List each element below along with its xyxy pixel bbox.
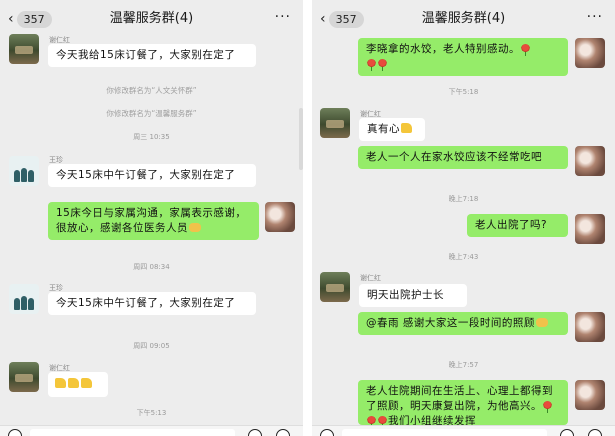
timestamp: 周四 09:05 <box>133 342 170 350</box>
timestamp: 下午5:18 <box>448 88 479 96</box>
message-bubble-sent[interactable]: 15床今日与家属沟通，家属表示感谢，很放心，感谢各位医务人员 <box>48 202 259 240</box>
chat-title: 温馨服务群(4) <box>109 11 194 26</box>
timestamp: 周三 10:35 <box>133 133 170 141</box>
avatar-self[interactable] <box>575 38 605 68</box>
avatar[interactable] <box>9 34 39 64</box>
voice-icon[interactable] <box>8 429 22 436</box>
timestamp: 周四 08:34 <box>133 263 170 271</box>
avatar-self[interactable] <box>575 146 605 176</box>
fist-emoji-icon <box>189 223 201 232</box>
message-bubble-sent[interactable]: 李晓拿的水饺，老人特别感动。 <box>358 38 568 76</box>
message-text-tail: 我们小组继续发挥 <box>388 415 476 425</box>
message-text: 15床今日与家属沟通，家属表示感谢，很放心，感谢各位医务人员 <box>56 207 247 234</box>
input-bar <box>0 425 303 436</box>
thumbs-up-emoji-icon <box>81 378 92 388</box>
message-bubble-sent[interactable]: 老人住院期间在生活上、心理上都得到了照顾，明天康复出院，为他高兴。我们小组继续发… <box>358 380 568 425</box>
system-notice: 你修改群名为“人文关怀群” <box>106 86 197 95</box>
input-bar <box>312 425 615 436</box>
fist-emoji-icon <box>535 318 548 327</box>
chat-title: 温馨服务群(4) <box>421 11 506 26</box>
avatar-self[interactable] <box>575 312 605 342</box>
avatar[interactable] <box>9 362 39 392</box>
message-input[interactable] <box>30 429 235 436</box>
add-icon[interactable] <box>276 429 290 436</box>
avatar[interactable] <box>9 156 39 186</box>
message-bubble-sent[interactable]: @春雨 感谢大家这一段时间的照顾 <box>358 312 568 335</box>
message-bubble-sent[interactable]: 老人出院了吗? <box>467 214 568 237</box>
message-bubble[interactable]: 真有心 <box>359 118 425 141</box>
message-bubble[interactable]: 明天出院护士长 <box>359 284 467 307</box>
voice-icon[interactable] <box>320 429 334 436</box>
rose-emoji-icon <box>378 59 387 71</box>
emoji-icon[interactable] <box>248 429 262 436</box>
avatar[interactable] <box>320 272 350 302</box>
rose-emoji-icon <box>521 44 530 56</box>
rose-emoji-icon <box>378 416 387 425</box>
emoji-icon[interactable] <box>560 429 574 436</box>
sender-name: 谢仁红 <box>360 274 381 282</box>
timestamp: 晚上7:43 <box>448 253 479 261</box>
more-dots-icon[interactable]: ··· <box>587 8 603 26</box>
chat-header: ‹ 357 温馨服务群(4) ··· <box>0 0 303 36</box>
more-dots-icon[interactable]: ··· <box>275 8 291 26</box>
chat-panel-right: ‹ 357 温馨服务群(4) ··· 李晓拿的水饺，老人特别感动。 下午5:18… <box>312 0 615 436</box>
avatar-self[interactable] <box>575 214 605 244</box>
system-notice: 你修改群名为“温馨服务群” <box>106 109 197 118</box>
message-bubble[interactable]: 今天15床中午订餐了，大家别在定了 <box>48 292 256 315</box>
thumbs-up-emoji-icon <box>55 378 66 388</box>
message-text: 李晓拿的水饺，老人特别感动。 <box>366 43 520 55</box>
avatar-self[interactable] <box>575 380 605 410</box>
message-input[interactable] <box>342 429 547 436</box>
avatar-self[interactable] <box>265 202 295 232</box>
timestamp: 晚上7:18 <box>448 195 479 203</box>
timestamp: 晚上7:57 <box>448 361 479 369</box>
rose-emoji-icon <box>367 416 376 425</box>
timestamp: 下午5:13 <box>136 409 167 417</box>
add-icon[interactable] <box>588 429 602 436</box>
rose-emoji-icon <box>543 401 552 413</box>
message-text: 真有心 <box>367 123 400 135</box>
thumbs-up-emoji-icon <box>401 123 412 133</box>
message-bubble[interactable] <box>48 372 108 397</box>
message-text: @春雨 感谢大家这一段时间的照顾 <box>366 317 535 329</box>
scrollbar[interactable] <box>299 108 303 170</box>
message-bubble[interactable]: 今天我给15床订餐了，大家别在定了 <box>48 44 256 67</box>
message-text: 老人住院期间在生活上、心理上都得到了照顾，明天康复出院，为他高兴。 <box>366 385 553 412</box>
chat-header: ‹ 357 温馨服务群(4) ··· <box>312 0 615 36</box>
avatar[interactable] <box>320 108 350 138</box>
avatar[interactable] <box>9 284 39 314</box>
chat-panel-left: ‹ 357 温馨服务群(4) ··· 谢仁红 今天我给15床订餐了，大家别在定了… <box>0 0 303 436</box>
message-bubble[interactable]: 今天15床中午订餐了，大家别在定了 <box>48 164 256 187</box>
rose-emoji-icon <box>367 59 376 71</box>
thumbs-up-emoji-icon <box>68 378 79 388</box>
message-bubble-sent[interactable]: 老人一个人在家水饺应该不经常吃吧 <box>358 146 568 169</box>
